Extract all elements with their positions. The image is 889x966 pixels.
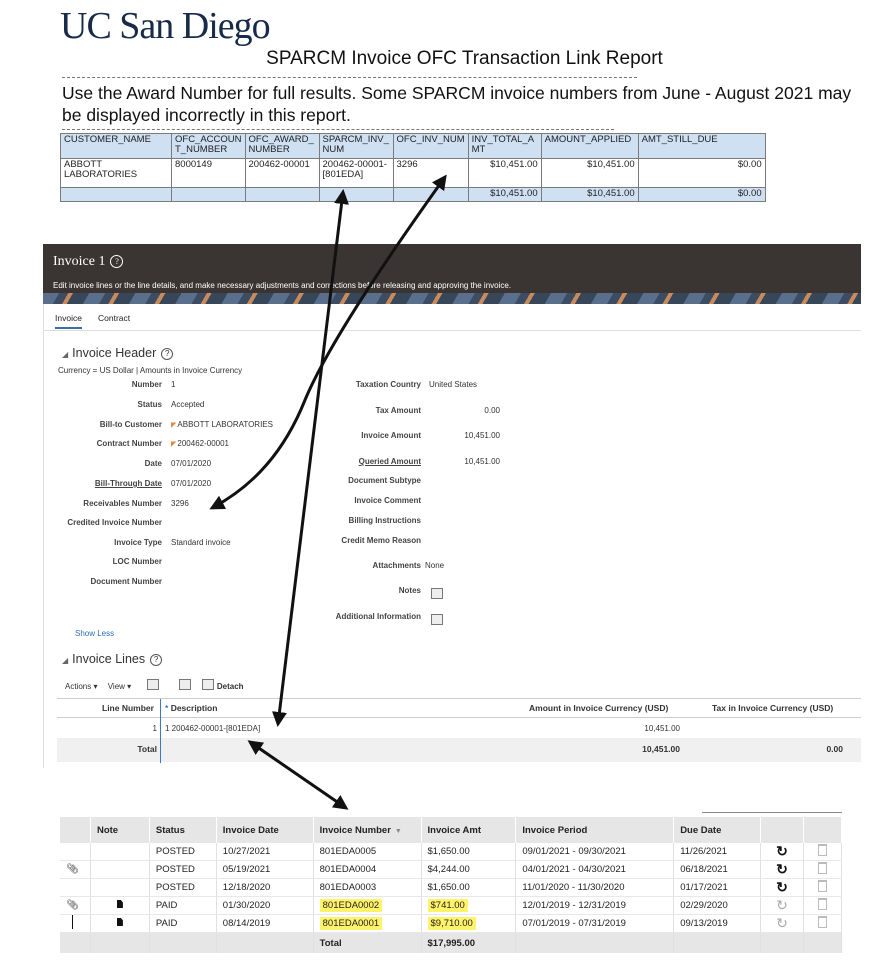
arrow-line-to-list	[247, 740, 349, 810]
annotation-arrows	[209, 174, 447, 810]
arrow-ofc-to-receivables	[209, 174, 447, 510]
arrow-sparcm-to-line	[272, 189, 349, 727]
